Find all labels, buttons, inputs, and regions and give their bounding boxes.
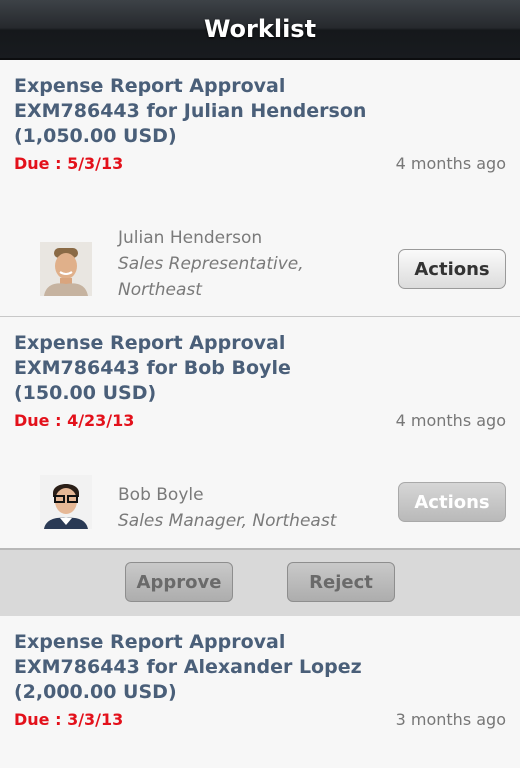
list-item[interactable]: Expense Report Approval EXM786443 for Bo… bbox=[0, 317, 520, 548]
person-role: Sales Manager, Northeast bbox=[118, 511, 337, 531]
person-name: Bob Boyle bbox=[118, 485, 204, 505]
list-item[interactable]: Expense Report Approval EXM786443 for Ju… bbox=[0, 60, 520, 316]
due-date: Due : 3/3/13 bbox=[14, 710, 124, 729]
app-header: Worklist bbox=[0, 0, 520, 60]
item-title: Expense Report Approval EXM786443 for Ju… bbox=[14, 75, 367, 147]
avatar bbox=[40, 242, 92, 296]
action-bar: Approve Reject bbox=[0, 548, 520, 618]
approve-button[interactable]: Approve bbox=[125, 562, 233, 602]
item-age: 4 months ago bbox=[395, 154, 506, 173]
person-role: Sales Representative, Northeast bbox=[118, 254, 304, 300]
list-item[interactable]: Expense Report Approval EXM786443 for Al… bbox=[0, 616, 520, 768]
actions-button[interactable]: Actions bbox=[398, 249, 506, 289]
item-title: Expense Report Approval EXM786443 for Bo… bbox=[14, 332, 291, 404]
item-title: Expense Report Approval EXM786443 for Al… bbox=[14, 631, 362, 703]
avatar bbox=[40, 475, 92, 529]
due-date: Due : 5/3/13 bbox=[14, 154, 124, 173]
item-age: 4 months ago bbox=[395, 411, 506, 430]
due-date: Due : 4/23/13 bbox=[14, 411, 135, 430]
reject-button[interactable]: Reject bbox=[287, 562, 395, 602]
page-title: Worklist bbox=[203, 15, 317, 43]
person-name: Julian Henderson bbox=[118, 228, 263, 248]
actions-button[interactable]: Actions bbox=[398, 482, 506, 522]
item-age: 3 months ago bbox=[395, 710, 506, 729]
